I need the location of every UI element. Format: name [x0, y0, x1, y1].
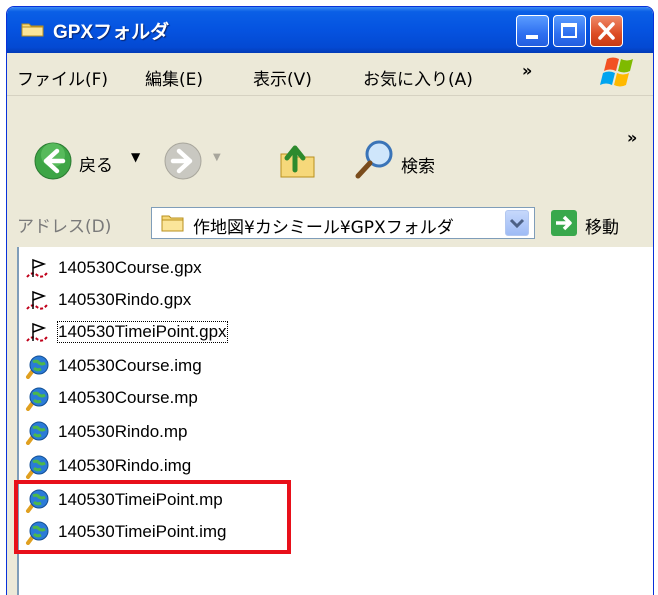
toolbar-more-chevron-icon[interactable]: »: [627, 128, 637, 147]
file-name: 140530Course.mp: [58, 388, 198, 407]
file-name: 140530Rindo.img: [58, 456, 192, 475]
map-file-icon: [26, 387, 49, 411]
up-folder-icon[interactable]: [277, 138, 321, 182]
close-button[interactable]: [590, 15, 623, 47]
back-label[interactable]: 戻る: [79, 151, 113, 176]
menu-edit[interactable]: 編集(E): [145, 65, 203, 90]
address-path[interactable]: 作地図¥カシミール¥GPXフォルダ: [193, 213, 454, 238]
menu-file[interactable]: ファイル(F): [17, 65, 108, 90]
search-icon[interactable]: [353, 138, 397, 182]
highlight-box: [14, 480, 291, 554]
file-name: 140530Course.gpx: [58, 258, 202, 277]
address-dropdown-button[interactable]: [505, 210, 529, 236]
chevron-down-icon: [509, 218, 525, 229]
folder-icon: [21, 23, 44, 37]
go-label[interactable]: 移動: [585, 213, 619, 238]
windows-logo-icon: [600, 57, 633, 87]
menu-view[interactable]: 表示(V): [253, 65, 312, 90]
menu-more-chevron-icon[interactable]: »: [522, 61, 532, 80]
title-bar[interactable]: GPXフォルダ: [7, 7, 653, 53]
address-label: アドレス(D): [17, 217, 112, 237]
map-file-icon: [26, 455, 49, 479]
gpx-file-icon: [26, 290, 48, 310]
back-dropdown-icon[interactable]: ▼: [131, 150, 140, 164]
forward-dropdown-icon[interactable]: ▼: [213, 152, 221, 163]
search-label[interactable]: 検索: [401, 152, 435, 177]
menu-favorites[interactable]: お気に入り(A): [363, 65, 473, 90]
minimize-button[interactable]: [516, 15, 549, 47]
forward-arrow-icon[interactable]: [163, 141, 203, 181]
maximize-button[interactable]: [553, 15, 586, 47]
file-name: 140530TimeiPoint.gpx: [57, 321, 228, 343]
go-arrow-icon: [556, 215, 572, 231]
map-file-icon: [26, 355, 49, 379]
toolbar: 戻る ▼ ▼ 検索 »: [7, 96, 653, 201]
go-button[interactable]: [551, 210, 577, 236]
file-name: 140530Rindo.mp: [58, 422, 188, 441]
map-file-icon: [26, 421, 49, 445]
gpx-file-icon: [26, 258, 48, 278]
gpx-file-icon: [26, 322, 48, 342]
file-name: 140530Course.img: [58, 356, 202, 375]
window-title: GPXフォルダ: [53, 22, 170, 43]
close-icon: [598, 22, 615, 40]
file-name: 140530Rindo.gpx: [58, 290, 192, 309]
maximize-icon: [561, 23, 577, 38]
back-arrow-icon[interactable]: [33, 141, 73, 181]
folder-icon: [161, 215, 184, 232]
minimize-icon: [526, 35, 538, 39]
menu-bar: ファイル(F) 編集(E) 表示(V) お気に入り(A) »: [7, 53, 653, 96]
